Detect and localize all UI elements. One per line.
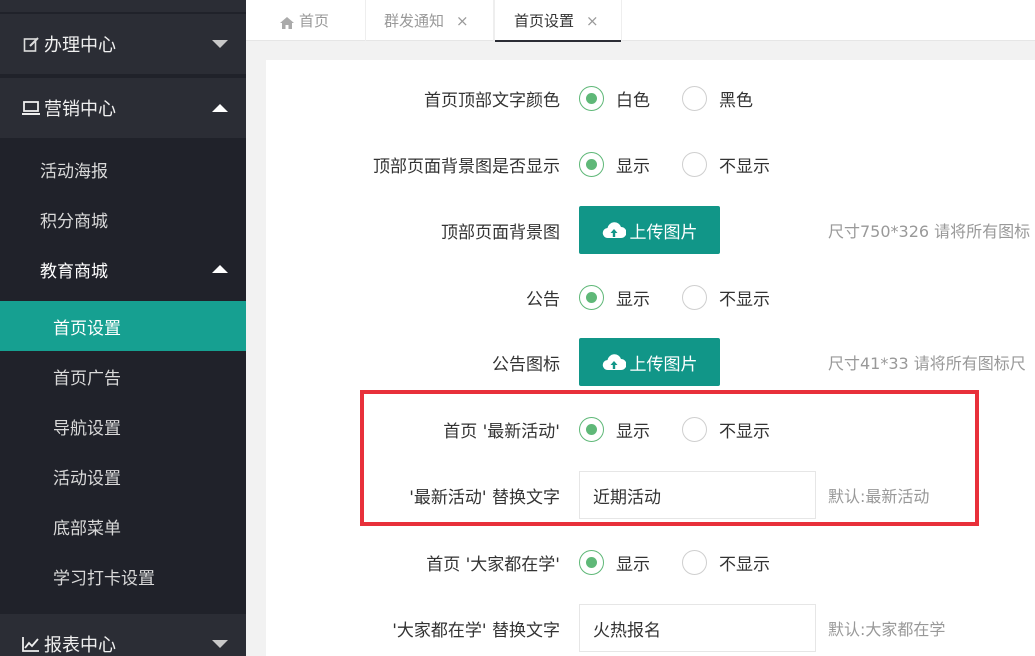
form-row-notice-icon: 公告图标 上传图片 尺寸41*33 请将所有图标尺 bbox=[266, 338, 1035, 386]
sidebar-item-home-ads[interactable]: 首页广告 bbox=[0, 351, 246, 401]
sidebar-item-label: 活动设置 bbox=[53, 468, 121, 489]
sidebar-item-checkin-settings[interactable]: 学习打卡设置 bbox=[0, 551, 246, 601]
sidebar: 办理中心 营销中心 活动海报 积分商城 教育商城 首页设置 首页广告 导航设置 … bbox=[0, 0, 246, 656]
sidebar-item-activity-settings[interactable]: 活动设置 bbox=[0, 451, 246, 501]
radio-label: 显示 bbox=[616, 554, 650, 575]
chevron-up-icon bbox=[212, 104, 228, 112]
form-row-everyone-learning-text: '大家都在学' 替换文字 默认:大家都在学 bbox=[266, 604, 1035, 652]
cloud-upload-icon bbox=[602, 222, 626, 239]
radio-label: 白色 bbox=[616, 90, 650, 111]
tab-label: 首页 bbox=[299, 12, 330, 30]
chart-icon bbox=[22, 635, 40, 653]
upload-notice-icon-button[interactable]: 上传图片 bbox=[579, 338, 720, 386]
radio-show[interactable] bbox=[579, 285, 604, 310]
highlight-box bbox=[360, 390, 979, 526]
radio-hide[interactable] bbox=[682, 152, 707, 177]
home-icon bbox=[280, 15, 294, 29]
form-row-notice: 公告 显示 不显示 bbox=[266, 273, 1035, 321]
radio-label: 不显示 bbox=[719, 156, 770, 177]
sidebar-top-strip bbox=[0, 0, 246, 12]
sidebar-item-label: 学习打卡设置 bbox=[53, 568, 155, 589]
sidebar-group-label: 办理中心 bbox=[44, 35, 116, 56]
tab-mass-notification[interactable]: 群发通知 × bbox=[366, 0, 494, 41]
upload-button-label: 上传图片 bbox=[629, 354, 698, 375]
form-row-bg-image: 顶部页面背景图 上传图片 尺寸750*326 请将所有图标 bbox=[266, 206, 1035, 254]
radio-show[interactable] bbox=[579, 550, 604, 575]
everyone-learning-text-input[interactable] bbox=[579, 604, 816, 652]
radio-label: 显示 bbox=[616, 156, 650, 177]
sidebar-group-label: 报表中心 bbox=[44, 635, 116, 656]
sidebar-item-label: 底部菜单 bbox=[53, 518, 121, 539]
sidebar-item-education-mall[interactable]: 教育商城 bbox=[0, 244, 246, 294]
sidebar-item-label: 活动海报 bbox=[40, 161, 108, 182]
sidebar-item-label: 导航设置 bbox=[53, 418, 121, 439]
sidebar-item-label: 积分商城 bbox=[40, 211, 108, 232]
chevron-down-icon bbox=[212, 40, 228, 48]
field-label: 顶部页面背景图是否显示 bbox=[373, 156, 560, 177]
field-label: 顶部页面背景图 bbox=[441, 222, 560, 243]
radio-white[interactable] bbox=[579, 86, 604, 111]
size-hint: 尺寸750*326 请将所有图标 bbox=[828, 222, 1031, 241]
radio-label: 显示 bbox=[616, 289, 650, 310]
sidebar-item-home-settings[interactable]: 首页设置 bbox=[0, 301, 246, 351]
radio-black[interactable] bbox=[682, 86, 707, 111]
sidebar-item-label: 教育商城 bbox=[40, 261, 108, 282]
upload-button-label: 上传图片 bbox=[629, 222, 698, 243]
radio-label: 不显示 bbox=[719, 289, 770, 310]
radio-label: 黑色 bbox=[719, 90, 753, 111]
sidebar-group-marketing-center[interactable]: 营销中心 bbox=[0, 78, 246, 138]
monitor-icon bbox=[22, 99, 40, 117]
default-hint: 默认:大家都在学 bbox=[828, 620, 946, 639]
radio-hide[interactable] bbox=[682, 285, 707, 310]
form-row-everyone-learning: 首页 '大家都在学' 显示 不显示 bbox=[266, 538, 1035, 586]
sidebar-item-nav-settings[interactable]: 导航设置 bbox=[0, 401, 246, 451]
edit-icon bbox=[22, 35, 40, 53]
tab-label: 群发通知 bbox=[384, 12, 445, 30]
field-label: 首页顶部文字颜色 bbox=[424, 90, 560, 111]
field-label: 公告图标 bbox=[492, 354, 560, 375]
field-label: 首页 '大家都在学' bbox=[426, 554, 560, 575]
chevron-down-icon bbox=[212, 640, 228, 648]
form-row-bg-visibility: 顶部页面背景图是否显示 显示 不显示 bbox=[266, 140, 1035, 188]
sidebar-group-report-center[interactable]: 报表中心 bbox=[0, 614, 246, 656]
sidebar-item-label: 首页广告 bbox=[53, 368, 121, 389]
radio-show[interactable] bbox=[579, 152, 604, 177]
close-icon[interactable]: × bbox=[586, 12, 599, 30]
tab-home[interactable]: 首页 bbox=[246, 0, 366, 41]
chevron-up-icon bbox=[212, 265, 228, 273]
sidebar-group-label: 营销中心 bbox=[44, 99, 116, 120]
sidebar-item-label: 首页设置 bbox=[53, 318, 121, 339]
field-label: '大家都在学' 替换文字 bbox=[392, 620, 560, 641]
tab-home-settings[interactable]: 首页设置 × bbox=[494, 0, 622, 42]
sidebar-item-points-mall[interactable]: 积分商城 bbox=[0, 194, 246, 244]
cloud-upload-icon bbox=[602, 354, 626, 371]
radio-label: 不显示 bbox=[719, 554, 770, 575]
sidebar-group-handle-center[interactable]: 办理中心 bbox=[0, 14, 246, 74]
sidebar-item-activity-poster[interactable]: 活动海报 bbox=[0, 144, 246, 194]
upload-bg-image-button[interactable]: 上传图片 bbox=[579, 206, 720, 254]
form-row-top-text-color: 首页顶部文字颜色 白色 黑色 bbox=[266, 74, 1035, 122]
sidebar-item-bottom-menu[interactable]: 底部菜单 bbox=[0, 501, 246, 551]
radio-hide[interactable] bbox=[682, 550, 707, 575]
tab-label: 首页设置 bbox=[514, 12, 575, 30]
close-icon[interactable]: × bbox=[456, 12, 469, 30]
size-hint: 尺寸41*33 请将所有图标尺 bbox=[828, 354, 1026, 373]
field-label: 公告 bbox=[526, 289, 560, 310]
tab-bar: 首页 群发通知 × 首页设置 × bbox=[246, 0, 1035, 42]
